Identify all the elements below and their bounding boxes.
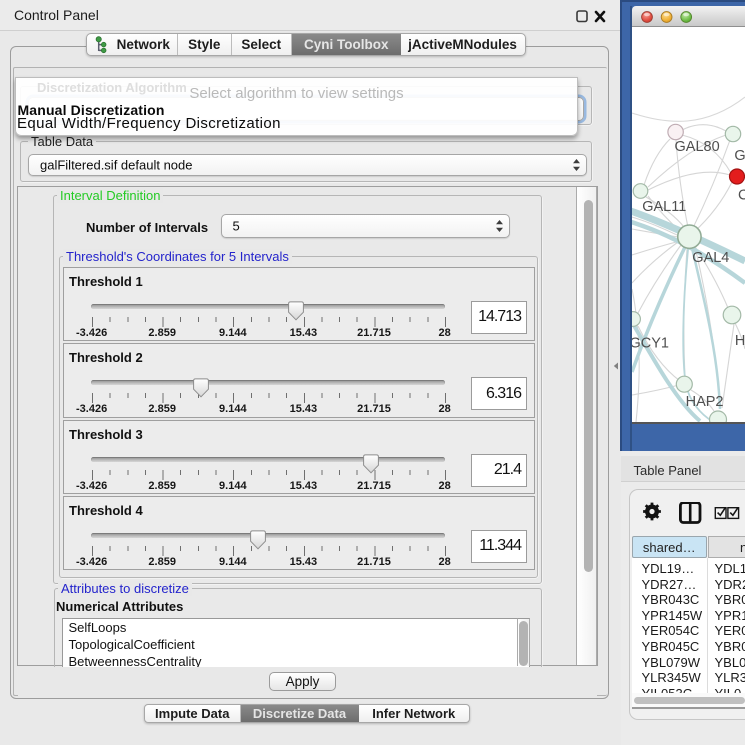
svg-text:GAL80: GAL80 (675, 139, 720, 155)
svg-text:HIS4: HIS4 (735, 333, 745, 349)
svg-text:HAP2: HAP2 (686, 394, 724, 410)
svg-text:GA: GA (734, 148, 745, 164)
svg-text:GAL11: GAL11 (642, 199, 686, 215)
svg-text:CY: CY (738, 188, 745, 204)
svg-text:GAL4: GAL4 (692, 250, 729, 266)
svg-text:GCY1: GCY1 (632, 336, 669, 352)
